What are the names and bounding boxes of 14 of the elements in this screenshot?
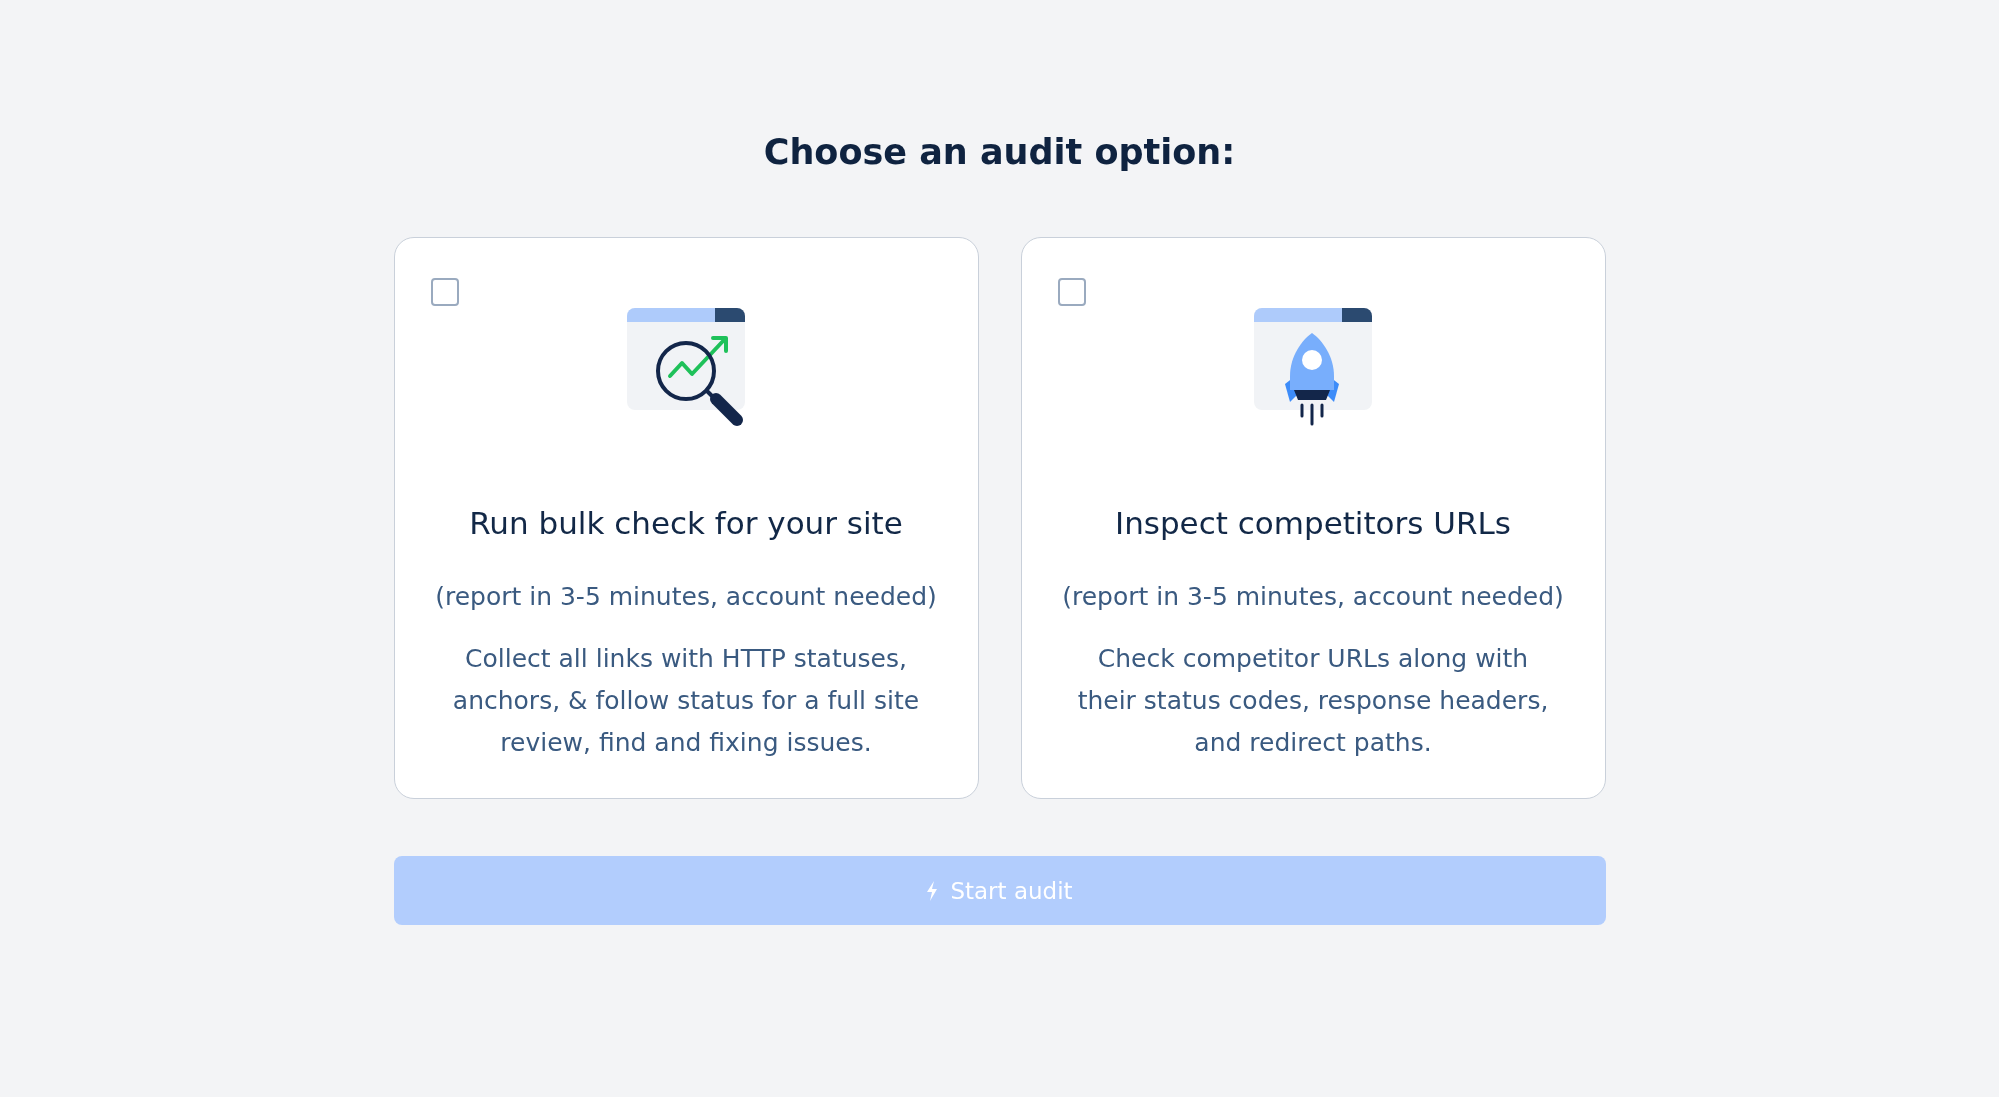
option-title: Inspect competitors URLs bbox=[1115, 504, 1511, 542]
option-card[interactable]: Run bulk check for your site (report in 3-5 minutes, account needed) Collect all links with HTTP statuses, anchors, & follow status for a full site review, find and fixing issues. bbox=[393, 237, 979, 799]
option-description: Check competitor URLs along with their status codes, response headers, and redirect paths. bbox=[1076, 643, 1550, 759]
option-title: Run bulk check for your site bbox=[469, 504, 903, 542]
window-magnifier-icon bbox=[627, 308, 745, 426]
option-card[interactable]: Inspect competitors URLs (report in 3-5 minutes, account needed) Check competitor URLs along with their status codes, response headers, and redirect paths. bbox=[1020, 237, 1606, 799]
page-heading: Choose an audit option: bbox=[763, 131, 1236, 174]
option-note: (report in 3-5 minutes, account needed) bbox=[435, 581, 937, 613]
checkbox[interactable] bbox=[430, 278, 459, 306]
option-note: (report in 3-5 minutes, account needed) bbox=[1062, 581, 1564, 613]
option-description: Collect all links with HTTP statuses, anchors, & follow status for a full site review, find and fixing issues. bbox=[451, 643, 921, 759]
window-rocket-icon bbox=[1254, 308, 1372, 426]
checkbox[interactable] bbox=[1057, 278, 1086, 306]
lightning-icon bbox=[926, 880, 939, 901]
